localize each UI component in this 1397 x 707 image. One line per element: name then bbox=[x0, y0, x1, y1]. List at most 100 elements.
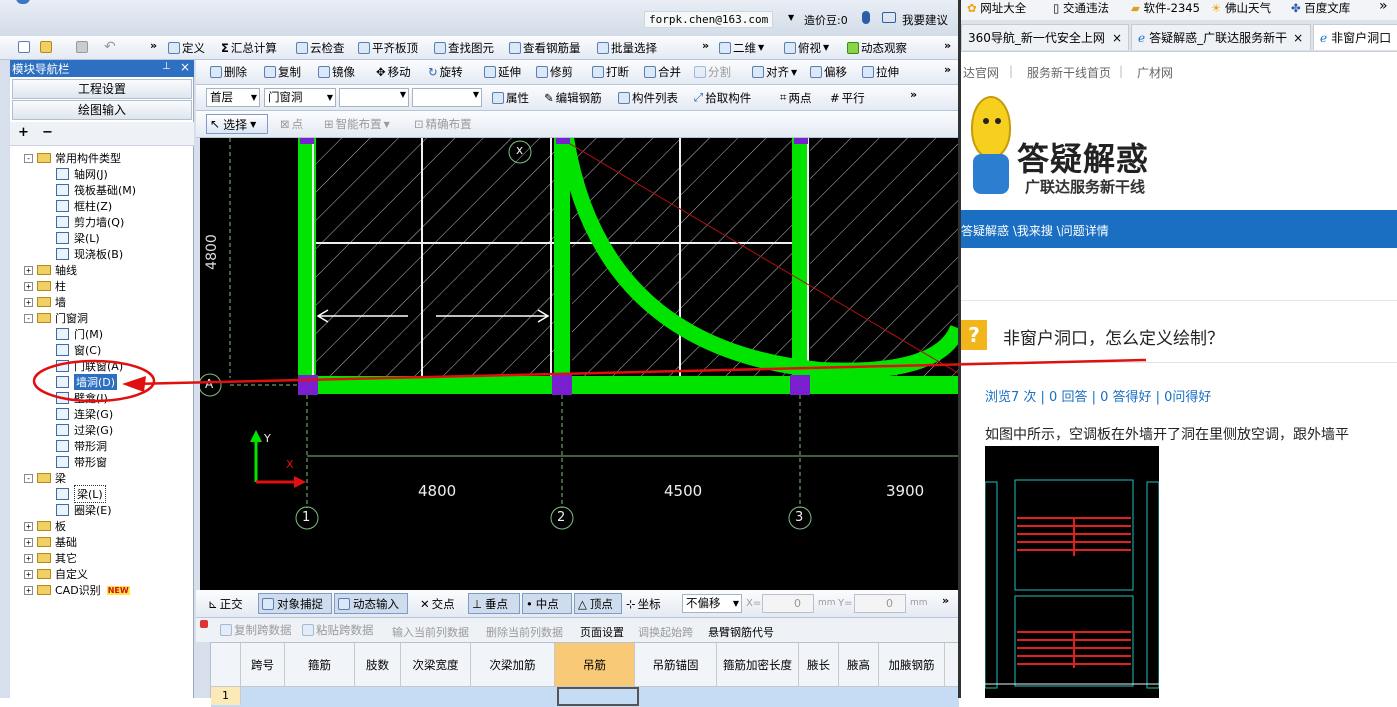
tree-item[interactable]: 过梁(G) bbox=[56, 422, 113, 438]
align-dropdown[interactable]: 对齐 ▼ bbox=[752, 60, 797, 84]
breadcrumb[interactable]: 答疑解惑 \我来搜 \问题详情 bbox=[961, 222, 1109, 239]
extend-button[interactable]: 延伸 bbox=[484, 60, 521, 84]
tab-close-icon[interactable]: × bbox=[1293, 31, 1303, 45]
tree-item[interactable]: 框柱(Z) bbox=[56, 198, 112, 214]
merge-button[interactable]: 合并 bbox=[644, 60, 681, 84]
ortho-toggle[interactable]: ⊾ 正交 bbox=[208, 590, 243, 617]
grid-column-header[interactable]: 箍筋加密长度 bbox=[717, 643, 799, 686]
drawing-canvas[interactable]: 4800 4800 4500 3900 1 2 3 A X Y x bbox=[200, 138, 958, 590]
x-input[interactable]: 0 bbox=[762, 594, 814, 613]
fav-3[interactable]: ▰ 软件-2345 bbox=[1131, 0, 1200, 16]
paste-span-button[interactable]: 粘贴跨数据 bbox=[302, 618, 374, 642]
tree-item[interactable]: 墙洞(D) bbox=[56, 374, 118, 390]
tab-current[interactable]: ℯ 非窗户洞口 bbox=[1313, 24, 1397, 50]
tree-folder[interactable]: -梁 bbox=[24, 470, 66, 486]
expand-icon[interactable]: + bbox=[24, 569, 33, 579]
expand-all-icon[interactable]: + bbox=[18, 125, 29, 140]
flush-slab-button[interactable]: 平齐板顶 bbox=[358, 36, 418, 59]
tree-item[interactable]: 带形洞 bbox=[56, 438, 107, 454]
grid-column-header[interactable]: 吊筋 bbox=[555, 643, 635, 686]
split-button[interactable]: 分割 bbox=[694, 60, 731, 84]
swap-span-button[interactable]: 调换起始跨 bbox=[638, 624, 693, 640]
grid-close-icon[interactable] bbox=[200, 620, 208, 628]
top-view-dropdown[interactable]: 俯视 ▼ bbox=[784, 36, 829, 59]
tab-close-icon[interactable]: × bbox=[1112, 31, 1122, 45]
more-chevron-icon[interactable]: » bbox=[944, 39, 951, 52]
edit-rebar-button[interactable]: ✎ 编辑钢筋 bbox=[544, 85, 602, 110]
midpoint-toggle[interactable]: • 中点 bbox=[522, 593, 572, 614]
save-icon[interactable] bbox=[76, 41, 88, 53]
expand-icon[interactable]: + bbox=[24, 297, 33, 307]
clear-column-button[interactable]: 删除当前列数据 bbox=[486, 624, 563, 640]
fav-4[interactable]: ☀ 佛山天气 bbox=[1211, 0, 1271, 16]
cloud-check-button[interactable]: 云检查 bbox=[296, 36, 345, 59]
tab-answers[interactable]: ℯ 答疑解惑_广联达服务新干 × bbox=[1131, 24, 1311, 50]
project-settings-button[interactable]: 工程设置 bbox=[12, 79, 192, 99]
grid-column-header[interactable]: 箍筋 bbox=[285, 643, 355, 686]
grid-column-header[interactable]: 加腋钢筋 bbox=[879, 643, 945, 686]
two-points-button[interactable]: ⌗ 两点 bbox=[780, 85, 811, 110]
suggest-button[interactable]: 我要建议 bbox=[902, 12, 948, 28]
tree-item[interactable]: 带形窗 bbox=[56, 454, 107, 470]
email-label[interactable]: forpk.chen@163.com bbox=[644, 11, 774, 28]
object-snap-toggle[interactable]: 对象捕捉 bbox=[258, 593, 332, 614]
break-button[interactable]: 打断 bbox=[592, 60, 629, 84]
tree-folder[interactable]: + CAD识别 NEW bbox=[24, 582, 130, 598]
properties-button[interactable]: 属性 bbox=[492, 85, 529, 110]
offset-button[interactable]: 偏移 bbox=[810, 60, 847, 84]
tree-item[interactable]: 梁(L) bbox=[56, 485, 106, 503]
tree-item[interactable]: 连梁(G) bbox=[56, 406, 113, 422]
grid-column-header[interactable]: 腋长 bbox=[799, 643, 839, 686]
dynamic-input-toggle[interactable]: 动态输入 bbox=[334, 593, 408, 614]
trim-button[interactable]: 修剪 bbox=[536, 60, 573, 84]
smart-layout-button[interactable]: ⊞ 智能布置 ▼ bbox=[324, 111, 390, 137]
grid-column-header[interactable]: 吊筋锚固 bbox=[635, 643, 717, 686]
active-cell[interactable] bbox=[557, 687, 639, 706]
category-select[interactable]: 门窗洞 ▼ bbox=[264, 88, 336, 107]
collapse-icon[interactable]: - bbox=[24, 313, 33, 323]
cantilever-code-button[interactable]: 悬臂钢筋代号 bbox=[708, 624, 774, 640]
more-chevron-icon[interactable]: » bbox=[942, 594, 949, 607]
tree-folder[interactable]: + 柱 bbox=[24, 278, 66, 294]
more-chevron-icon[interactable]: » bbox=[944, 63, 951, 76]
tree-item[interactable]: 轴网(J) bbox=[56, 166, 108, 182]
expand-icon[interactable]: + bbox=[24, 585, 33, 595]
mirror-button[interactable]: 镜像 bbox=[318, 60, 355, 84]
grid-column-header[interactable]: 次梁宽度 bbox=[401, 643, 471, 686]
offset-select[interactable]: 不偏移 ▼ bbox=[682, 594, 742, 613]
grid-column-header[interactable]: 跨号 bbox=[241, 643, 285, 686]
grid-column-header[interactable]: 次梁加筋 bbox=[471, 643, 555, 686]
view-2d-dropdown[interactable]: 二维 ▼ bbox=[719, 36, 764, 59]
y-input[interactable]: 0 bbox=[854, 594, 906, 613]
tree-folder[interactable]: + 轴线 bbox=[24, 262, 77, 278]
view-rebar-button[interactable]: 查看钢筋量 bbox=[509, 36, 581, 59]
pick-component-button[interactable]: ⤢ 拾取构件 bbox=[694, 85, 751, 110]
fav-5[interactable]: ✤ 百度文库 bbox=[1291, 0, 1350, 16]
rotate-button[interactable]: ↻ 旋转 bbox=[428, 60, 463, 84]
tree-folder[interactable]: - 常用构件类型 bbox=[24, 150, 121, 166]
open-folder-icon[interactable] bbox=[40, 41, 52, 53]
tree-folder[interactable]: + 基础 bbox=[24, 534, 77, 550]
coordinate-toggle[interactable]: ⊹ 坐标 bbox=[626, 590, 661, 617]
new-file-icon[interactable] bbox=[18, 41, 30, 53]
more-chevron-icon[interactable]: » bbox=[150, 39, 157, 52]
expand-icon[interactable]: + bbox=[24, 281, 33, 291]
collapse-icon[interactable]: - bbox=[24, 153, 33, 163]
fav-1[interactable]: ✿ 网址大全 bbox=[967, 0, 1026, 16]
suggest-icon[interactable] bbox=[882, 12, 896, 23]
floor-select[interactable]: 首层 ▼ bbox=[206, 88, 260, 107]
tree-item[interactable]: 剪力墙(Q) bbox=[56, 214, 124, 230]
tree-item[interactable]: 窗(C) bbox=[56, 342, 101, 358]
undo-icon[interactable]: ↶ bbox=[104, 39, 116, 55]
close-icon[interactable]: × bbox=[180, 60, 190, 74]
tree-item[interactable]: 现浇板(B) bbox=[56, 246, 123, 262]
more-chevron-icon[interactable]: » bbox=[702, 39, 709, 52]
collapse-all-icon[interactable]: − bbox=[42, 125, 53, 140]
dynamic-view-button[interactable]: 动态观察 bbox=[847, 36, 907, 59]
pin-icon[interactable]: ⊥ bbox=[162, 61, 171, 72]
mic-icon[interactable] bbox=[862, 11, 870, 24]
expand-icon[interactable]: + bbox=[24, 265, 33, 275]
tree-item[interactable]: 筏板基础(M) bbox=[56, 182, 136, 198]
link-home[interactable]: 服务新干线首页 bbox=[1027, 64, 1111, 81]
intersect-toggle[interactable]: ✕ 交点 bbox=[420, 590, 455, 617]
